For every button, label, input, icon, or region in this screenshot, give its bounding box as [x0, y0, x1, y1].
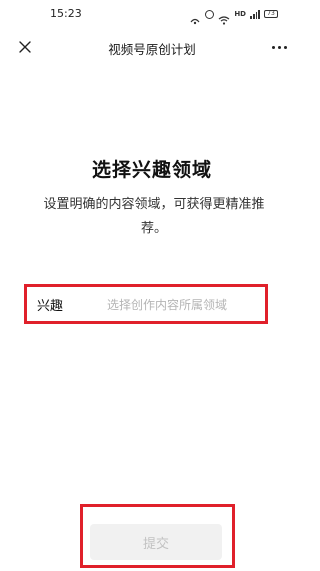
- page-title: 选择兴趣领域: [91, 159, 212, 181]
- data-transfer-icon: [189, 10, 201, 24]
- interest-field[interactable]: 兴趣 选择创作内容所属领域: [24, 284, 268, 324]
- wifi-icon: [218, 10, 230, 25]
- status-bar: 15:23 HD 73: [0, 0, 304, 30]
- signal-icon: [250, 9, 260, 19]
- interest-select[interactable]: 选择创作内容所属领域: [107, 296, 265, 313]
- status-icons: HD 73: [189, 8, 278, 25]
- status-time: 15:23: [50, 7, 82, 20]
- battery-icon: 73: [264, 10, 278, 18]
- alarm-icon: [205, 9, 215, 19]
- hd-indicator: HD: [234, 9, 246, 18]
- nav-title: 视频号原创计划: [108, 42, 196, 57]
- more-icon[interactable]: [268, 38, 290, 56]
- interest-label: 兴趣: [37, 298, 64, 314]
- page-description: 设置明确的内容领域，可获得更精准推荐。: [43, 197, 265, 236]
- submit-button[interactable]: 提交: [90, 524, 222, 560]
- nav-bar: 视频号原创计划: [0, 30, 304, 64]
